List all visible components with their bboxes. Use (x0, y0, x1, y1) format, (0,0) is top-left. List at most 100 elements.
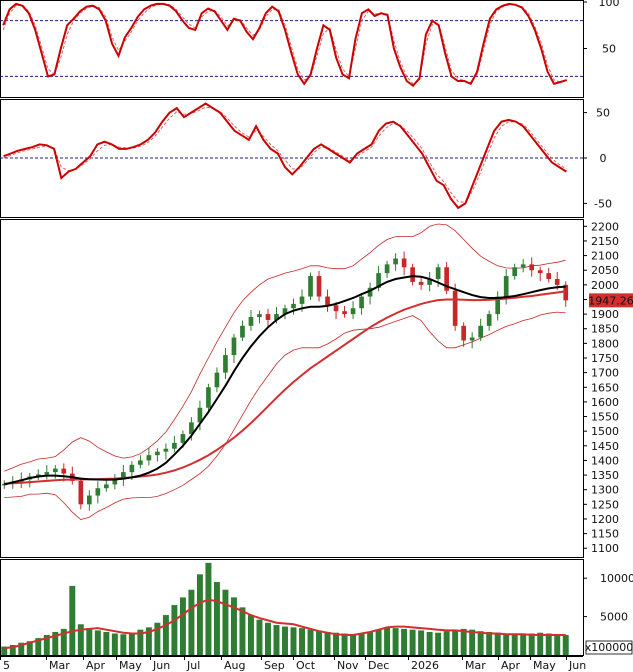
candle-body (529, 264, 535, 271)
volume-bar (528, 633, 535, 655)
volume-bar (290, 627, 297, 655)
candle-body (155, 451, 160, 456)
stoch-tick-label: 50 (602, 43, 616, 56)
candle-body (52, 468, 58, 473)
volume-panel: 10000 5000 x100000 (0, 559, 633, 656)
volume-bar (350, 634, 357, 655)
volume-bar (460, 628, 467, 655)
candle-body (299, 296, 305, 304)
volume-bar (401, 628, 408, 655)
volume-bar (367, 631, 374, 655)
month-label: May (119, 659, 142, 672)
candle-body (95, 488, 101, 496)
month-label: Mar (49, 659, 70, 672)
candle-body (206, 387, 211, 408)
volume-bar (94, 630, 101, 655)
stoch-series-line (2, 3, 567, 85)
candle-body (325, 296, 330, 306)
volume-bar (545, 633, 552, 655)
volume-bar (443, 631, 450, 655)
month-label: Oct (296, 659, 316, 672)
price-tick-label: 1300 (591, 484, 619, 497)
price-tick-label: 1350 (591, 469, 619, 482)
volume-bar (162, 615, 169, 655)
volume-unit-label: x100000 (585, 641, 633, 654)
volume-bar (486, 631, 493, 655)
month-label: Jun (152, 659, 170, 672)
volume-tick-label: 10000 (600, 572, 633, 585)
price-tick-label: 2100 (591, 250, 619, 263)
candle-body (138, 460, 143, 465)
last-value-label: 1947.26 (588, 294, 633, 307)
volume-bar (179, 597, 186, 655)
candle-body (418, 281, 424, 285)
volume-bar (341, 633, 348, 655)
volume-bar (307, 629, 314, 655)
candle-body (410, 267, 415, 282)
price-tick-label: 2200 (591, 220, 619, 233)
volume-bar (520, 634, 527, 655)
candle-body (537, 270, 543, 274)
candle-body (265, 314, 271, 320)
month-label: Jun (568, 659, 586, 672)
volume-bar (537, 632, 544, 655)
volume-bar (494, 632, 501, 655)
volume-bar (273, 625, 280, 655)
stoch-series-line (2, 2, 568, 88)
month-label: 5 (3, 659, 10, 672)
volume-bar (392, 628, 399, 655)
macd-tick-label: 0 (600, 152, 607, 165)
volume-bar (511, 634, 518, 655)
candle-body (503, 276, 509, 297)
volume-bar (299, 628, 305, 655)
candle-body (146, 455, 152, 461)
candle-body (401, 258, 407, 268)
technical-analysis-chart: 10050 500-50 220021502100205020001950190… (0, 0, 633, 672)
candle-body (350, 308, 356, 315)
volume-bar (554, 634, 561, 655)
candle-body (291, 303, 296, 309)
price-tick-label: 2150 (591, 235, 619, 248)
volume-bar (409, 629, 416, 655)
price-tick-label: 1650 (591, 381, 619, 394)
candle-body (478, 325, 484, 338)
price-tick-label: 1100 (591, 542, 619, 555)
month-label: May (533, 659, 556, 672)
volume-bar (375, 629, 382, 655)
candle-body (393, 258, 398, 265)
time-axis: 5 Mar Apr May Jun Jul Aug Sep Oct Nov Dec 2026 Mar Ap… (0, 656, 586, 672)
volume-bar (69, 585, 76, 655)
month-label: Sep (264, 659, 285, 672)
candle-body (172, 442, 177, 449)
month-label: Nov (337, 659, 359, 672)
month-label: Aug (224, 659, 245, 672)
candle-body (104, 484, 109, 489)
volume-bar (205, 562, 212, 655)
candle-body (461, 325, 466, 341)
candle-body (231, 337, 237, 356)
bollinger-upper (4, 223, 566, 472)
price-panel: 2200215021002050200019501900185018001750… (0, 219, 633, 558)
volume-bar (503, 633, 510, 655)
candle-body (469, 337, 475, 341)
price-tick-label: 1900 (591, 308, 619, 321)
candle-body (240, 325, 245, 338)
macd-series-line (3, 102, 567, 210)
candle-body (554, 278, 560, 285)
volume-bar (435, 632, 442, 655)
macd-tick-label: 50 (596, 107, 610, 120)
volume-bar (469, 629, 476, 655)
candle-body (180, 434, 186, 443)
macd-tick-label: -50 (594, 197, 612, 210)
volume-bar (86, 628, 93, 655)
macd-series-line (3, 106, 567, 204)
price-tick-label: 2050 (591, 264, 619, 277)
price-tick-label: 1550 (591, 411, 619, 424)
price-tick-label: 1250 (591, 498, 619, 511)
volume-bar (358, 633, 365, 655)
volume-bar (316, 630, 323, 655)
candle-body (316, 276, 322, 297)
volume-bar (120, 634, 127, 655)
candle-body (44, 472, 50, 475)
volume-bar (324, 631, 331, 655)
